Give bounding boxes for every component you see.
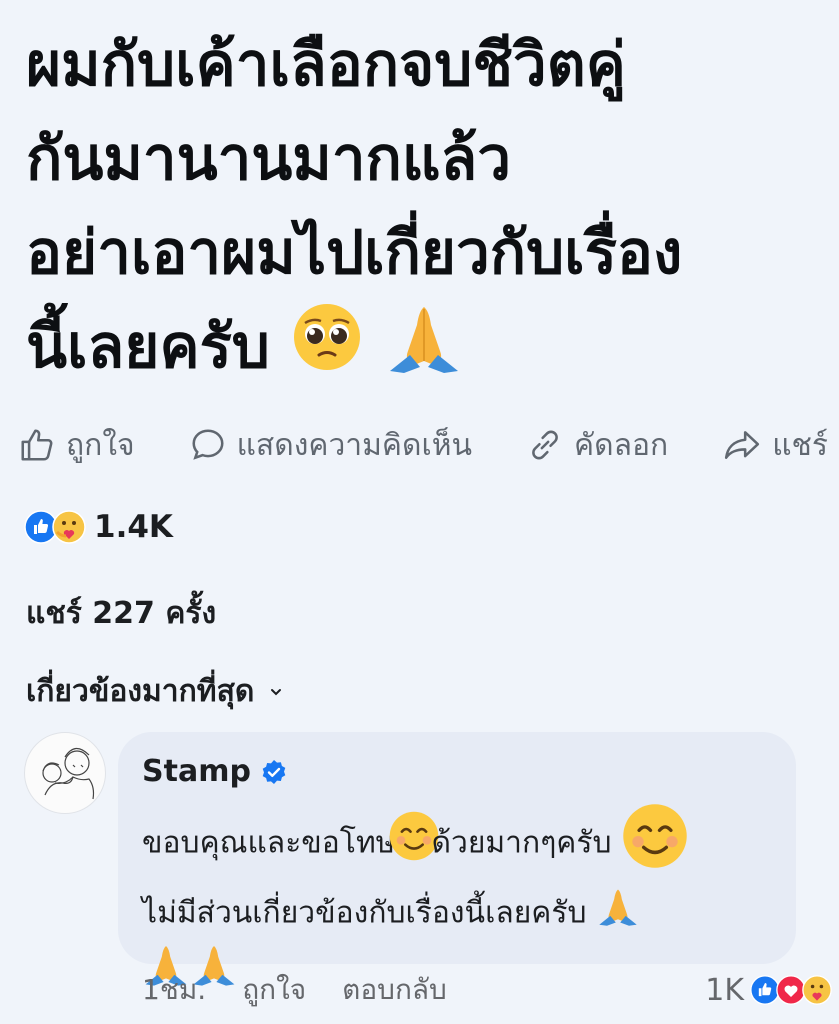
copy-button[interactable]: คัดลอก	[526, 422, 668, 469]
folded-hands-icon	[384, 301, 464, 400]
comment-sort-dropdown[interactable]: เกี่ยวข้องมากที่สุด	[26, 668, 284, 715]
reactions-count: 1.4K	[94, 509, 173, 545]
chevron-down-icon	[271, 688, 282, 695]
comment-reaction-count: 1K	[705, 972, 744, 1008]
author-name: Stamp	[142, 754, 251, 789]
care-reaction-icon	[52, 510, 86, 544]
care-icon	[802, 975, 832, 1005]
avatar[interactable]	[24, 732, 106, 814]
post-line: นี้เลยครับ	[26, 312, 270, 382]
comment-fragment: ขอบคุณและขอโทษ	[142, 825, 396, 861]
comment-icon	[192, 429, 224, 460]
link-icon	[532, 430, 558, 460]
reactions-summary[interactable]: 1.4K	[24, 505, 173, 549]
post-line-last: นี้เลยครับ	[26, 300, 826, 400]
comment-time[interactable]: 1ชม.	[142, 968, 206, 1012]
folded-hands-icon	[596, 886, 640, 942]
comment-reply-button[interactable]: ตอบกลับ	[342, 968, 447, 1012]
comment-like-button[interactable]: ถูกใจ	[242, 968, 306, 1012]
like-label: ถูกใจ	[66, 427, 135, 463]
like-button[interactable]: ถูกใจ	[18, 422, 135, 469]
comment-fragment: ไม่มีส่วนเกี่ยวข้องกับเรื่องนี้เลยครับ	[142, 895, 587, 931]
sort-label: เกี่ยวข้องมากที่สุด	[26, 674, 255, 709]
copy-label: คัดลอก	[574, 427, 669, 463]
comment-button[interactable]: แสดงความคิดเห็น	[189, 422, 472, 469]
like-icon	[21, 429, 53, 461]
comment-author[interactable]: Stamp	[142, 754, 287, 789]
share-button[interactable]: แชร์	[722, 422, 828, 469]
smiling-face-icon	[621, 802, 689, 886]
post-line: กันมานานมากแล้ว	[26, 124, 512, 194]
post-line: ผมกับเค้าเลือกจบชีวิตคู่	[26, 30, 626, 100]
pleading-face-icon	[291, 301, 363, 400]
post-actions-bar: ถูกใจ แสดงความคิดเห็น คัดลอก แชร์	[18, 420, 828, 470]
post-text: ผมกับเค้าเลือกจบชีวิตคู่ กันมานานมากแล้ว…	[26, 18, 826, 400]
smiling-face-icon	[389, 810, 438, 878]
verified-badge-icon	[262, 759, 286, 784]
comment-label: แสดงความคิดเห็น	[236, 427, 472, 463]
comment-line: ขอบคุณและขอโทษ ด้วยมากๆครับ	[142, 802, 792, 886]
reaction-icons	[24, 510, 86, 544]
comment-meta: 1ชม. ถูกใจ ตอบกลับ 1K	[142, 968, 832, 1012]
share-icon	[725, 431, 760, 459]
share-label: แชร์	[772, 427, 828, 463]
comment-line: ไม่มีส่วนเกี่ยวข้องกับเรื่องนี้เลยครับ	[142, 886, 792, 942]
post-line: อย่าเอาผมไปเกี่ยวกับเรื่อง	[26, 218, 683, 288]
comment-reactions[interactable]: 1K	[705, 973, 832, 1008]
shares-count[interactable]: แชร์ 227 ครั้ง	[26, 590, 216, 637]
comment-fragment: ด้วยมากๆครับ	[431, 825, 612, 861]
